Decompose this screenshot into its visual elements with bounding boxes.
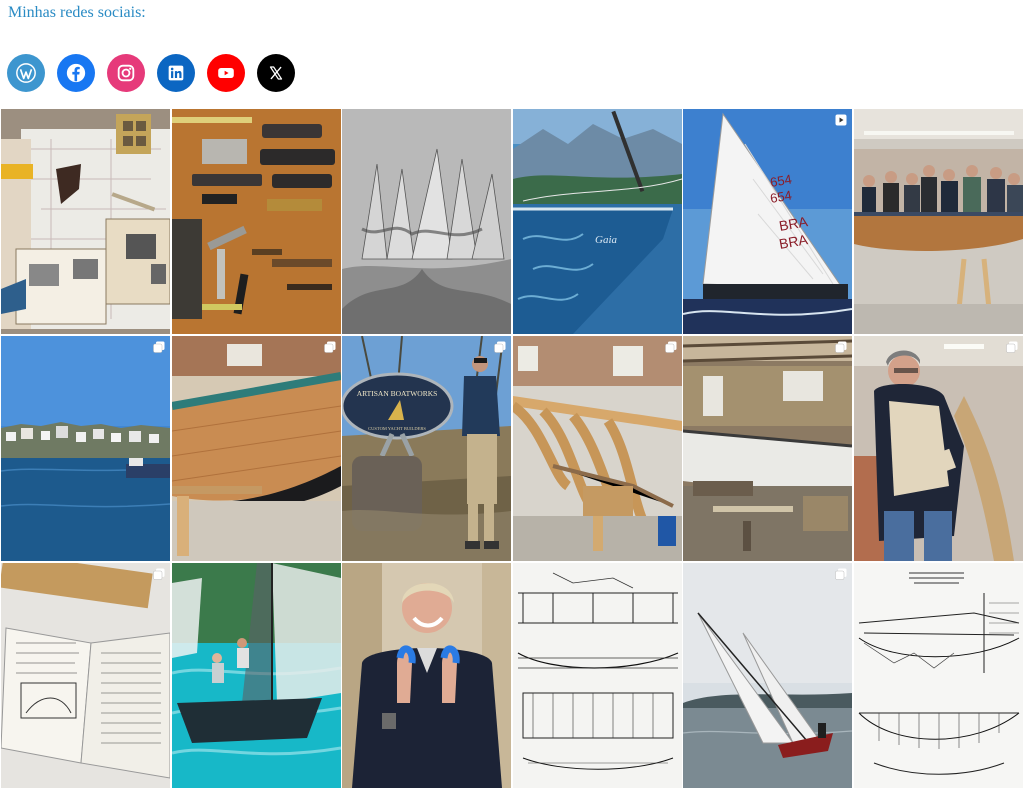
facebook-icon: [66, 63, 86, 83]
gallery-item-2[interactable]: [171, 109, 341, 334]
gallery-item-15[interactable]: [342, 563, 512, 788]
carousel-badge-icon: [153, 341, 165, 353]
photo-gallery: Gaia 654 654 BRA BRA ARTISAN BOATWORKS C…: [1, 109, 1023, 788]
gallery-item-18[interactable]: [853, 563, 1023, 788]
sign-title: ARTISAN BOATWORKS: [357, 389, 438, 398]
youtube-icon: [218, 67, 234, 79]
photo-hand-planes: [171, 109, 341, 334]
sign-subtitle: CUSTOM YACHT BUILDERS: [368, 426, 426, 431]
carousel-badge-icon: [153, 568, 165, 580]
photo-man-planing: [853, 336, 1023, 561]
photo-wooden-hull: [171, 336, 341, 561]
gallery-item-6[interactable]: [853, 109, 1023, 334]
gallery-item-10[interactable]: [512, 336, 682, 561]
photo-group-with-boat: [853, 109, 1023, 334]
wordpress-link[interactable]: [7, 54, 45, 92]
x-icon: [269, 66, 283, 80]
youtube-link[interactable]: [207, 54, 245, 92]
carousel-badge-icon: [494, 341, 506, 353]
gallery-item-16[interactable]: [512, 563, 682, 788]
boat-name-label: Gaia: [595, 234, 618, 246]
social-section-title: Minhas redes sociais:: [8, 4, 146, 21]
photo-gaia-bow: Gaia: [512, 109, 682, 334]
carousel-badge-icon: [1006, 341, 1018, 353]
gallery-item-13[interactable]: [1, 563, 170, 788]
photo-harbor-town: [1, 336, 170, 561]
photo-racing-sailboats: [171, 563, 341, 788]
photo-hull-in-shed: [683, 336, 853, 561]
photo-desk-plans: [1, 109, 170, 334]
gallery-item-14[interactable]: [171, 563, 341, 788]
carousel-badge-icon: [323, 341, 336, 353]
photo-artisan-boatworks-sign: ARTISAN BOATWORKS CUSTOM YACHT BUILDERS: [342, 336, 512, 561]
photo-open-book: [1, 563, 170, 788]
gallery-item-3[interactable]: [342, 109, 512, 334]
carousel-badge-icon: [835, 568, 847, 580]
facebook-link[interactable]: [57, 54, 95, 92]
instagram-icon: [117, 64, 135, 82]
instagram-link[interactable]: [107, 54, 145, 92]
gallery-item-5[interactable]: 654 654 BRA BRA: [683, 109, 853, 334]
linkedin-icon: [168, 65, 184, 81]
photo-plan-drawing: [512, 563, 682, 788]
x-link[interactable]: [257, 54, 295, 92]
gallery-item-12[interactable]: [853, 336, 1023, 561]
gallery-item-8[interactable]: [171, 336, 341, 561]
gallery-item-11[interactable]: [683, 336, 853, 561]
photo-heeling-sailboat: [683, 563, 853, 788]
photo-sail-numbers: 654 654 BRA BRA: [683, 109, 853, 334]
gallery-item-17[interactable]: [683, 563, 853, 788]
photo-smiling-man: [342, 563, 512, 788]
gallery-item-9[interactable]: ARTISAN BOATWORKS CUSTOM YACHT BUILDERS: [342, 336, 512, 561]
photo-boat-frames: [512, 336, 682, 561]
carousel-badge-icon: [835, 341, 847, 353]
gallery-item-4[interactable]: Gaia: [512, 109, 682, 334]
gallery-item-1[interactable]: [1, 109, 170, 334]
carousel-badge-icon: [665, 341, 677, 353]
gallery-item-7[interactable]: [1, 336, 170, 561]
wordpress-icon: [16, 63, 36, 83]
photo-bw-sailboats: [342, 109, 512, 334]
photo-dragon-class-drawing: [853, 563, 1023, 788]
linkedin-link[interactable]: [157, 54, 195, 92]
social-links: [7, 54, 295, 92]
video-badge-icon: [835, 114, 847, 126]
